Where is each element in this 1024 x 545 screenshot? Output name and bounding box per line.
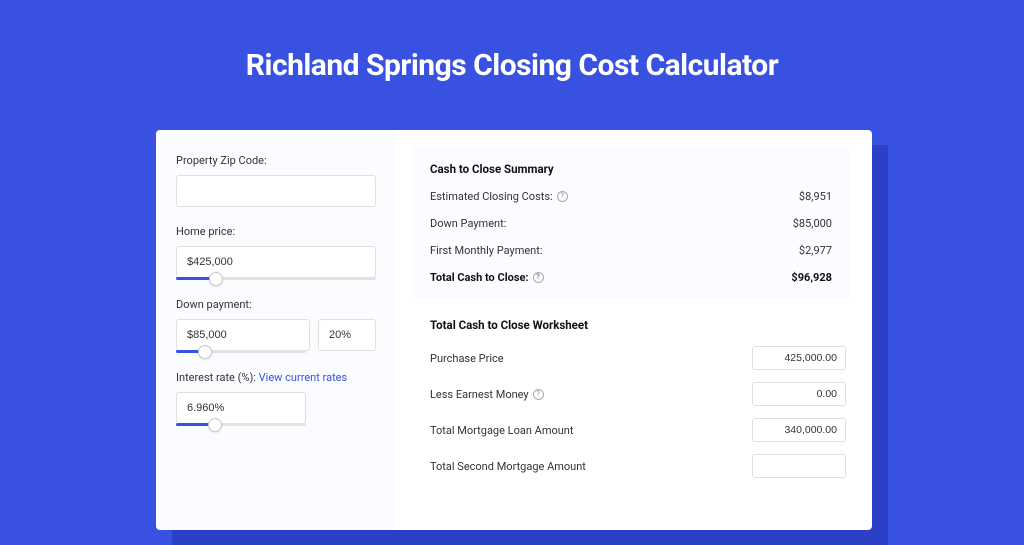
summary-row-down-payment: Down Payment: $85,000 (430, 217, 832, 230)
interest-label: Interest rate (%): View current rates (176, 371, 376, 384)
worksheet-label-text: Less Earnest Money (430, 388, 529, 401)
worksheet-title: Total Cash to Close Worksheet (416, 318, 846, 332)
home-price-label: Home price: (176, 225, 376, 238)
down-payment-field-group: Down payment: (176, 298, 376, 353)
help-icon[interactable]: ? (533, 272, 544, 283)
worksheet-row-mortgage-amount: Total Mortgage Loan Amount (416, 418, 846, 442)
worksheet-input-mortgage-amount[interactable] (752, 418, 846, 442)
home-price-slider[interactable] (176, 277, 376, 280)
down-payment-pct-input[interactable] (318, 319, 376, 351)
zip-label: Property Zip Code: (176, 154, 376, 167)
summary-row-total: Total Cash to Close: ? $96,928 (430, 271, 832, 284)
worksheet-input-second-mortgage[interactable] (752, 454, 846, 478)
worksheet-row-second-mortgage: Total Second Mortgage Amount (416, 454, 846, 478)
worksheet-label: Purchase Price (430, 352, 504, 365)
interest-input[interactable] (176, 392, 306, 424)
interest-slider-thumb[interactable] (208, 418, 222, 432)
worksheet-label: Total Second Mortgage Amount (430, 460, 586, 473)
down-payment-input[interactable] (176, 319, 310, 351)
summary-value: $8,951 (799, 190, 832, 203)
help-icon[interactable]: ? (533, 389, 544, 400)
main-panel: Cash to Close Summary Estimated Closing … (396, 130, 872, 530)
worksheet-row-purchase-price: Purchase Price (416, 346, 846, 370)
summary-title: Cash to Close Summary (430, 162, 832, 176)
down-payment-label: Down payment: (176, 298, 376, 311)
summary-row-first-payment: First Monthly Payment: $2,977 (430, 244, 832, 257)
summary-label-text: Estimated Closing Costs: (430, 190, 553, 203)
summary-value: $85,000 (793, 217, 832, 230)
worksheet-row-earnest-money: Less Earnest Money ? (416, 382, 846, 406)
down-payment-slider[interactable] (176, 350, 306, 353)
summary-label: Estimated Closing Costs: ? (430, 190, 568, 203)
interest-slider[interactable] (176, 423, 306, 426)
home-price-input[interactable] (176, 246, 376, 278)
help-icon[interactable]: ? (557, 191, 568, 202)
page-title: Richland Springs Closing Cost Calculator (0, 0, 1024, 113)
summary-total-label: Total Cash to Close: ? (430, 271, 544, 284)
worksheet-label: Total Mortgage Loan Amount (430, 424, 573, 437)
summary-total-value: $96,928 (791, 271, 832, 284)
view-rates-link[interactable]: View current rates (259, 371, 348, 384)
summary-label-text: Down Payment: (430, 217, 506, 230)
interest-label-text: Interest rate (%): (176, 371, 259, 384)
worksheet: Total Cash to Close Worksheet Purchase P… (412, 312, 850, 478)
summary-row-closing-costs: Estimated Closing Costs: ? $8,951 (430, 190, 832, 203)
interest-field-group: Interest rate (%): View current rates (176, 371, 376, 426)
down-payment-slider-thumb[interactable] (198, 345, 212, 359)
zip-input[interactable] (176, 175, 376, 207)
summary-value: $2,977 (799, 244, 832, 257)
zip-field-group: Property Zip Code: (176, 154, 376, 207)
calculator-card: Property Zip Code: Home price: Down paym… (156, 130, 872, 530)
home-price-slider-thumb[interactable] (209, 272, 223, 286)
sidebar: Property Zip Code: Home price: Down paym… (156, 130, 396, 530)
worksheet-input-earnest-money[interactable] (752, 382, 846, 406)
summary-box: Cash to Close Summary Estimated Closing … (412, 146, 850, 298)
summary-label-text: First Monthly Payment: (430, 244, 543, 257)
home-price-field-group: Home price: (176, 225, 376, 280)
summary-total-label-text: Total Cash to Close: (430, 271, 529, 284)
worksheet-label: Less Earnest Money ? (430, 388, 544, 401)
worksheet-input-purchase-price[interactable] (752, 346, 846, 370)
